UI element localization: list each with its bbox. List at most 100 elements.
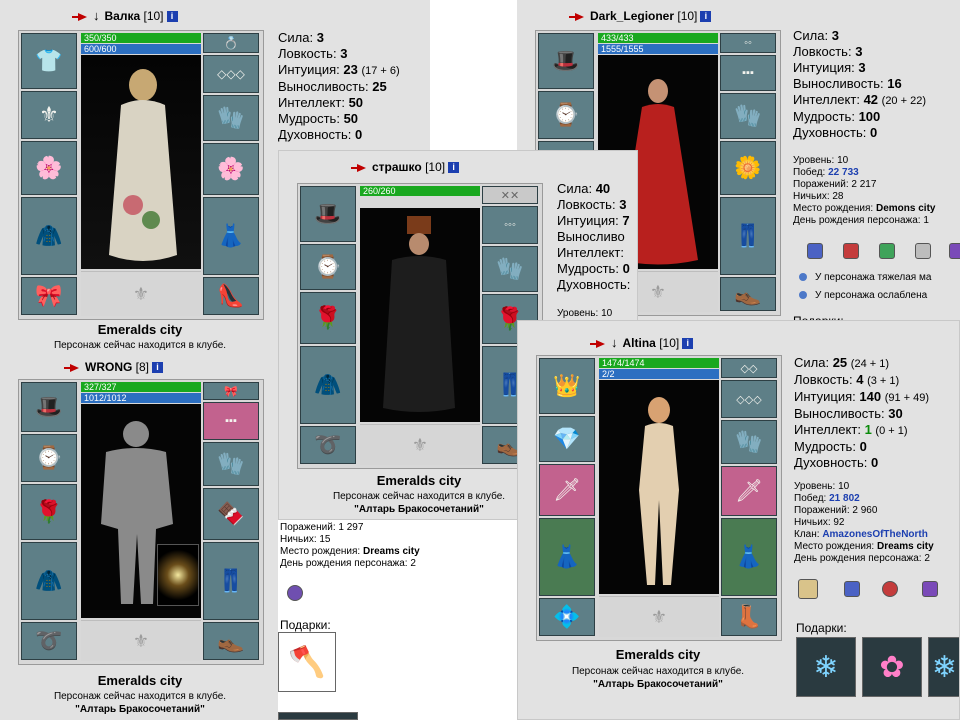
character-name[interactable]: Dark_Legioner (590, 9, 674, 23)
slot-helmet[interactable]: 🎩 (300, 186, 356, 242)
slot-rings[interactable]: ▪▪▪ (720, 55, 776, 91)
slot-armor[interactable]: 🧥 (300, 346, 356, 424)
slot-weapon[interactable]: 🌸 (21, 141, 77, 195)
red-arrow-icon[interactable] (351, 163, 366, 172)
character-info: Уровень: 10 Побед: 22 733 Поражений: 2 2… (793, 155, 936, 226)
slot-boots[interactable]: 👠 (203, 277, 259, 315)
info-icon[interactable]: i (682, 338, 694, 350)
stat-row: Интеллект: 50 (278, 95, 364, 110)
slot-amulet[interactable]: ⌚ (300, 244, 356, 290)
slot-belt[interactable]: ➰ (21, 622, 77, 660)
red-arrow-icon[interactable] (72, 12, 87, 21)
gift-item[interactable]: ❄ (928, 637, 959, 697)
medal-icon[interactable] (843, 243, 859, 259)
slot-shield[interactable]: 🗡 (721, 466, 777, 516)
club-status: Персонаж сейчас находится в клубе. (571, 666, 745, 677)
mana-bar: 600/600 (81, 44, 201, 54)
slot-gloves[interactable]: 🧤 (720, 93, 776, 139)
slot-weapon[interactable]: 🌹 (300, 292, 356, 344)
medal-icon[interactable] (915, 243, 931, 259)
slot-amulet[interactable]: ⚜ (21, 91, 77, 139)
emblem-strip: ⚜ (81, 620, 201, 661)
medal-icon[interactable] (949, 243, 960, 259)
red-arrow-icon[interactable] (64, 363, 79, 372)
slot-rings[interactable]: ◦◦◦ (482, 206, 538, 244)
gift-item[interactable]: ❄ (796, 637, 856, 697)
character-avatar[interactable] (81, 55, 201, 269)
medal-icon[interactable] (879, 243, 895, 259)
slot-gloves[interactable]: 🧤 (482, 246, 538, 292)
wins-link[interactable]: 22 733 (828, 167, 859, 178)
slot-weapon[interactable]: 🗡 (539, 464, 595, 516)
slot-earrings[interactable]: ✕✕ (482, 186, 538, 204)
slot-gloves[interactable]: 🧤 (203, 442, 259, 486)
slot-armor[interactable]: 🧥 (21, 197, 77, 275)
slot-shield[interactable]: 🍫 (203, 488, 259, 540)
slot-boots[interactable]: 👞 (720, 277, 776, 311)
info-icon[interactable]: i (166, 11, 178, 23)
gifts-label: Подарки: (280, 618, 331, 632)
medal-icon[interactable] (844, 581, 860, 597)
medal-icon[interactable] (882, 581, 898, 597)
rings-badge-icon[interactable] (798, 579, 818, 599)
slot-weapon[interactable]: 🌹 (21, 484, 77, 540)
character-avatar[interactable] (599, 380, 719, 594)
character-name[interactable]: WRONG (85, 360, 132, 374)
character-avatar[interactable] (360, 208, 480, 422)
info-icon[interactable]: i (448, 162, 460, 174)
gift-item[interactable]: ✿ (862, 637, 922, 697)
galaxy-image[interactable] (157, 544, 199, 606)
slot-gloves[interactable]: 🧤 (721, 420, 777, 464)
slot-shield[interactable]: 🌸 (203, 143, 259, 195)
clan-link[interactable]: AmazonesOfTheNorth (822, 529, 928, 540)
slot-helmet[interactable]: 👑 (539, 358, 595, 414)
slot-helmet[interactable]: 🎩 (21, 382, 77, 432)
slot-dress[interactable]: 👗 (721, 518, 777, 596)
slot-earrings[interactable]: ◇◇ (721, 358, 777, 378)
slot-earrings[interactable]: 🎀 (203, 382, 259, 400)
medal-icon[interactable] (287, 585, 303, 601)
hp-bar: 433/433 (598, 33, 718, 43)
character-name[interactable]: Валка (105, 9, 141, 23)
slot-armor[interactable]: 👗 (539, 518, 595, 596)
info-icon[interactable]: i (700, 11, 712, 23)
slot-amulet[interactable]: 💎 (539, 416, 595, 462)
red-arrow-icon[interactable] (590, 339, 605, 348)
slot-boots[interactable]: 👞 (203, 622, 259, 660)
rune-icon: ↓ (93, 8, 100, 23)
gifts-label: Подарки: (796, 621, 847, 635)
inventory-frame: 🎩 ⌚ 🌹 🧥 ➰ 260/260 ✕✕ ◦◦◦ 🧤 🌹 👖 👞 ⚜ (297, 183, 543, 469)
slot-earrings[interactable]: ◦◦ (720, 33, 776, 53)
medal-icon[interactable] (807, 243, 823, 259)
character-name[interactable]: страшко (372, 160, 422, 174)
wins-link[interactable]: 21 802 (829, 493, 860, 504)
info-icon[interactable]: i (152, 362, 164, 374)
slot-rings[interactable]: ◇◇◇ (721, 380, 777, 418)
slot-shield[interactable]: 🌼 (720, 141, 776, 195)
slot-rings[interactable]: ◇◇◇ (203, 55, 259, 93)
medal-icon[interactable] (922, 581, 938, 597)
slot-belt[interactable]: 🎀 (21, 277, 77, 315)
slot-armor[interactable]: 🧥 (21, 542, 77, 620)
slot-boots[interactable]: 👢 (721, 598, 777, 636)
slot-belt[interactable]: ➰ (300, 426, 356, 464)
inventory-frame: 👑 💎 🗡 👗 💠 1474/1474 2/2 ◇◇ ◇◇◇ 🧤 🗡 👗 👢 ⚜ (536, 355, 782, 641)
slot-pants[interactable]: 👖 (203, 542, 259, 620)
slot-helmet[interactable]: 👕 (21, 33, 77, 89)
slot-belt[interactable]: 💠 (539, 598, 595, 636)
slot-rings[interactable]: ▪▪▪ (203, 402, 259, 440)
gift-item[interactable] (278, 712, 358, 720)
stat-row: Сила: 3 (278, 30, 324, 45)
character-name[interactable]: Altina (623, 336, 656, 350)
gift-item[interactable]: 🪓 (278, 632, 336, 692)
red-arrow-icon[interactable] (569, 12, 584, 21)
slot-dress[interactable]: 👗 (203, 197, 259, 275)
mana-bar: 2/2 (599, 369, 719, 379)
character-avatar[interactable] (81, 404, 201, 618)
slot-helmet[interactable]: 🎩 (538, 33, 594, 89)
slot-gloves[interactable]: 🧤 (203, 95, 259, 141)
slot-amulet[interactable]: ⌚ (538, 91, 594, 139)
slot-amulet[interactable]: ⌚ (21, 434, 77, 482)
slot-earrings[interactable]: 💍 (203, 33, 259, 53)
slot-pants[interactable]: 👖 (720, 197, 776, 275)
